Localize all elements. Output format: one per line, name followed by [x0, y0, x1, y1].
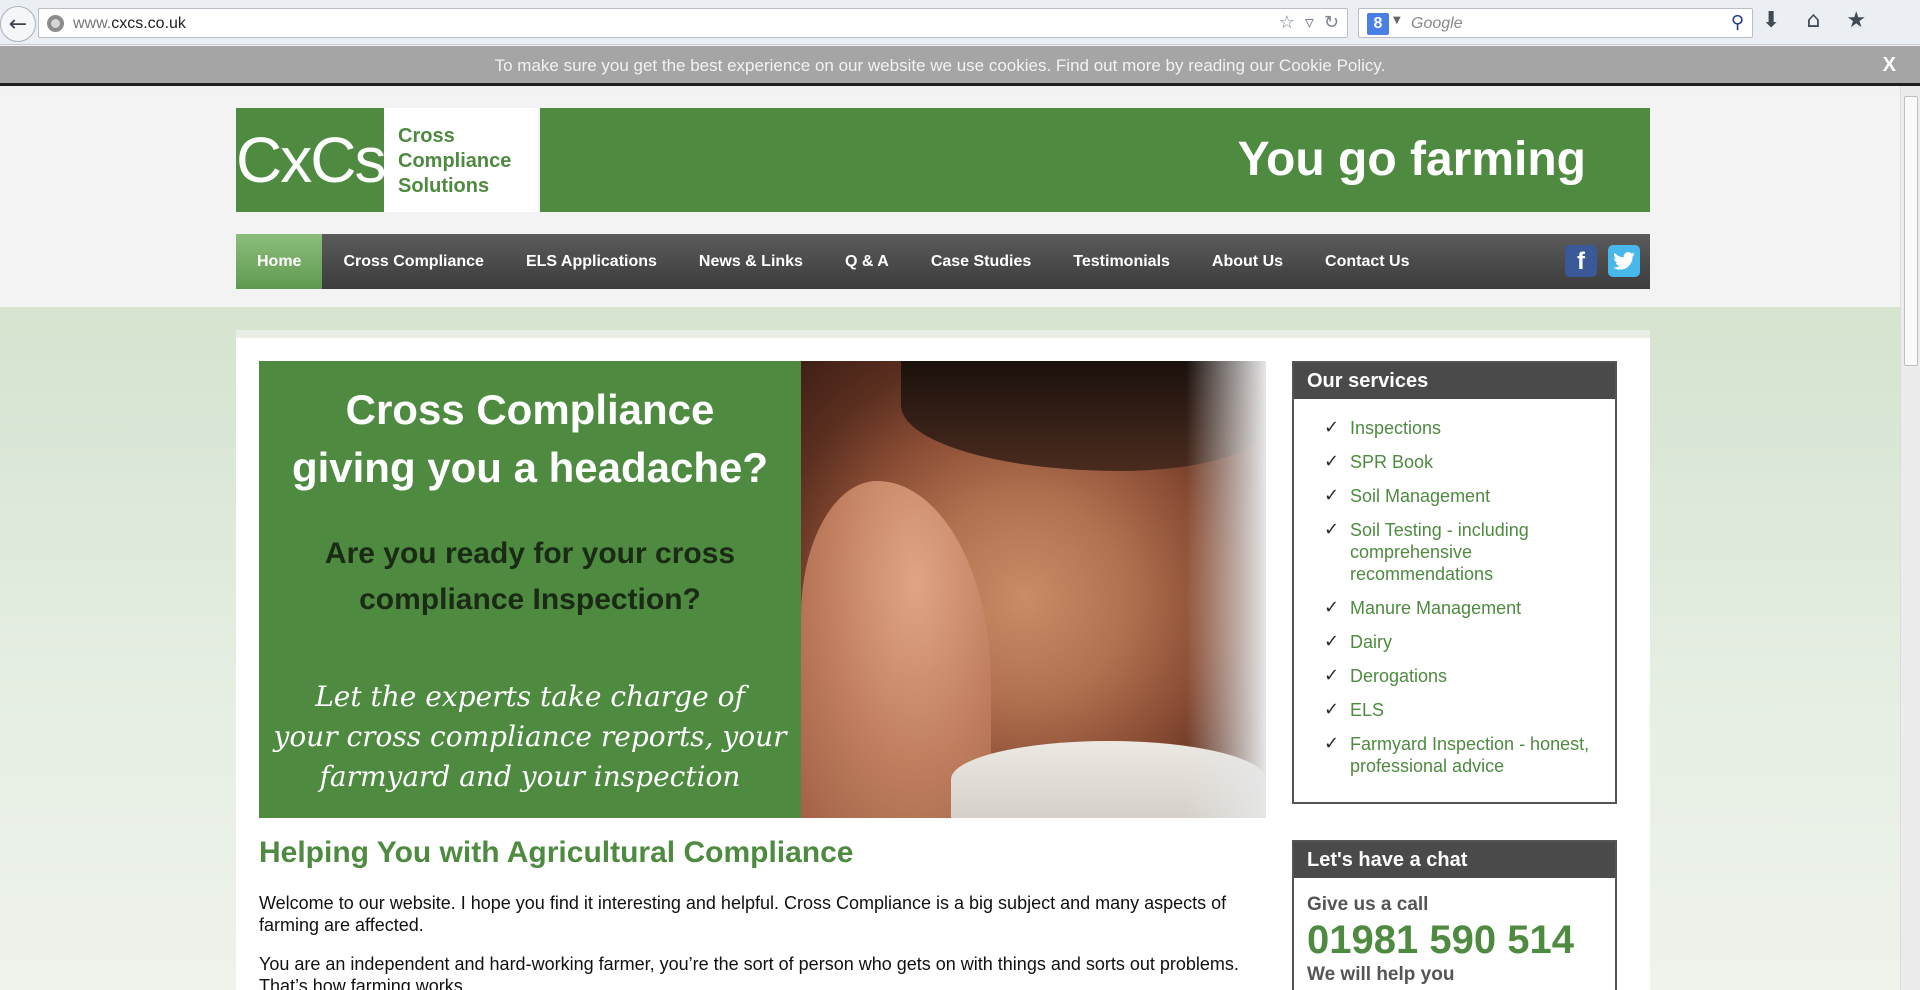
check-icon: ✓	[1324, 485, 1340, 506]
tagline: You go farming	[1237, 133, 1586, 186]
logo-line-3: Solutions	[398, 175, 490, 197]
browser-toolbar: ← www.cxcs.co.uk ☆ ▿ ↻ 8 ▼ Google ⚲ ⬇ ⌂ …	[0, 0, 1920, 45]
logo-mark: CxCs	[236, 108, 386, 212]
photo-background	[1186, 361, 1266, 818]
url-prefix: www.	[73, 15, 112, 32]
check-icon: ✓	[1324, 417, 1340, 438]
nav-item-news-links[interactable]: News & Links	[678, 234, 824, 289]
hero-photo	[801, 361, 1266, 818]
service-item-dairy[interactable]: ✓ Dairy	[1324, 631, 1604, 653]
nav-item-home[interactable]: Home	[236, 234, 323, 289]
download-icon[interactable]: ⬇	[1762, 8, 1780, 33]
hero-italic-text: Let the experts take charge of your cros…	[259, 677, 801, 797]
service-label[interactable]: Soil Testing - including comprehensive r…	[1350, 520, 1529, 584]
service-label[interactable]: Derogations	[1350, 666, 1447, 686]
back-icon[interactable]: ←	[0, 6, 36, 42]
logo-text: Cross Compliance Solutions	[398, 124, 511, 199]
check-icon: ✓	[1324, 665, 1340, 686]
hero-text: Cross Compliance giving you a headache? …	[259, 361, 801, 818]
url-bar[interactable]: www.cxcs.co.uk ☆ ▿ ↻	[38, 8, 1348, 38]
logo-line-1: Cross	[398, 125, 455, 147]
service-item-soil-testing[interactable]: ✓ Soil Testing - including comprehensive …	[1324, 519, 1604, 585]
check-icon: ✓	[1324, 451, 1340, 472]
scrollbar-thumb[interactable]	[1904, 96, 1918, 366]
hero-heading-line-1: Cross Compliance	[345, 386, 715, 433]
check-icon: ✓	[1324, 699, 1340, 720]
services-title: Our services	[1294, 363, 1615, 399]
service-label[interactable]: Farmyard Inspection - honest, profession…	[1350, 734, 1589, 776]
reload-icon[interactable]: ↻	[1324, 12, 1339, 33]
main-nav: Home Cross Compliance ELS Applications N…	[236, 234, 1650, 289]
intro-paragraph-1: Welcome to our website. I hope you find …	[259, 893, 1227, 935]
hero-subheading-line-2: compliance Inspection?	[359, 583, 701, 616]
chat-box: Let's have a chat Give us a call 01981 5…	[1292, 840, 1617, 990]
search-engine-dropdown-icon[interactable]: ▼	[1393, 15, 1401, 26]
google-search-icon[interactable]: 8	[1367, 13, 1389, 35]
star-icon[interactable]: ☆	[1279, 12, 1295, 33]
search-placeholder: Google	[1411, 15, 1463, 32]
nav-item-qa[interactable]: Q & A	[824, 234, 910, 289]
services-box: Our services ✓ Inspections ✓ SPR Book ✓ Soi…	[1292, 361, 1617, 804]
hero-italic-line-3: farmyard and your inspection	[319, 760, 741, 793]
hero-subheading: Are you ready for your cross compliance …	[259, 531, 801, 623]
hero-italic-line-2: your cross compliance reports, your	[273, 720, 787, 753]
check-icon: ✓	[1324, 631, 1340, 652]
cookie-banner: To make sure you get the best experience…	[0, 46, 1920, 86]
search-icon[interactable]: ⚲	[1731, 12, 1744, 33]
nav-item-els-applications[interactable]: ELS Applications	[505, 234, 678, 289]
check-icon: ✓	[1324, 597, 1340, 618]
logo-line-2: Compliance	[398, 150, 512, 172]
nav-item-about-us[interactable]: About Us	[1191, 234, 1304, 289]
bookmarks-icon[interactable]: ★	[1846, 8, 1866, 33]
url-domain: cxcs.co.uk	[111, 15, 186, 32]
service-item-derogations[interactable]: ✓ Derogations	[1324, 665, 1604, 687]
service-label[interactable]: SPR Book	[1350, 452, 1433, 472]
chat-help-text: We will help you	[1307, 964, 1455, 985]
service-item-els[interactable]: ✓ ELS	[1324, 699, 1604, 721]
page-scrollbar[interactable]	[1900, 86, 1920, 990]
service-label[interactable]: Dairy	[1350, 632, 1392, 652]
hero-subheading-line-1: Are you ready for your cross	[324, 537, 736, 570]
url-text[interactable]: www.cxcs.co.uk	[73, 15, 186, 33]
hero-heading-line-2: giving you a headache?	[291, 444, 769, 491]
chat-title: Let's have a chat	[1294, 842, 1615, 878]
service-item-inspections[interactable]: ✓ Inspections	[1324, 417, 1604, 439]
home-icon[interactable]: ⌂	[1806, 8, 1820, 33]
facebook-icon[interactable]: f	[1565, 245, 1597, 277]
phone-number[interactable]: 01981 590 514	[1307, 918, 1574, 963]
hero-italic-line-1: Let the experts take charge of	[315, 680, 745, 713]
header-banner: You go farming	[540, 108, 1650, 212]
nav-item-cross-compliance[interactable]: Cross Compliance	[322, 234, 504, 289]
service-item-spr-book[interactable]: ✓ SPR Book	[1324, 451, 1604, 473]
nav-item-case-studies[interactable]: Case Studies	[910, 234, 1052, 289]
service-label[interactable]: Manure Management	[1350, 598, 1521, 618]
chat-subtitle: Give us a call	[1307, 894, 1429, 915]
cookie-text: To make sure you get the best experience…	[494, 56, 1386, 75]
service-item-farmyard-inspection[interactable]: ✓ Farmyard Inspection - honest, professio…	[1324, 733, 1604, 777]
service-label[interactable]: Inspections	[1350, 418, 1441, 438]
check-icon: ✓	[1324, 519, 1340, 540]
hero-heading: Cross Compliance giving you a headache?	[259, 381, 801, 497]
service-label[interactable]: ELS	[1350, 700, 1384, 720]
globe-icon	[47, 15, 64, 32]
search-bar[interactable]: 8 ▼ Google ⚲	[1358, 8, 1753, 38]
cookie-close-button[interactable]: X	[1883, 54, 1896, 77]
service-label[interactable]: Soil Management	[1350, 486, 1490, 506]
check-icon: ✓	[1324, 733, 1340, 754]
site-logo[interactable]: CxCs Cross Compliance Solutions	[236, 108, 538, 212]
intro-title: Helping You with Agricultural Compliance	[259, 836, 854, 869]
service-item-soil-management[interactable]: ✓ Soil Management	[1324, 485, 1604, 507]
hero-banner[interactable]: Cross Compliance giving you a headache? …	[259, 361, 1266, 818]
nav-item-testimonials[interactable]: Testimonials	[1052, 234, 1191, 289]
intro-paragraph-2: You are an independent and hard-working …	[259, 954, 1239, 990]
dropdown-icon[interactable]: ▿	[1305, 12, 1314, 33]
twitter-icon[interactable]	[1608, 245, 1640, 277]
service-item-manure-management[interactable]: ✓ Manure Management	[1324, 597, 1604, 619]
nav-item-contact-us[interactable]: Contact Us	[1304, 234, 1430, 289]
